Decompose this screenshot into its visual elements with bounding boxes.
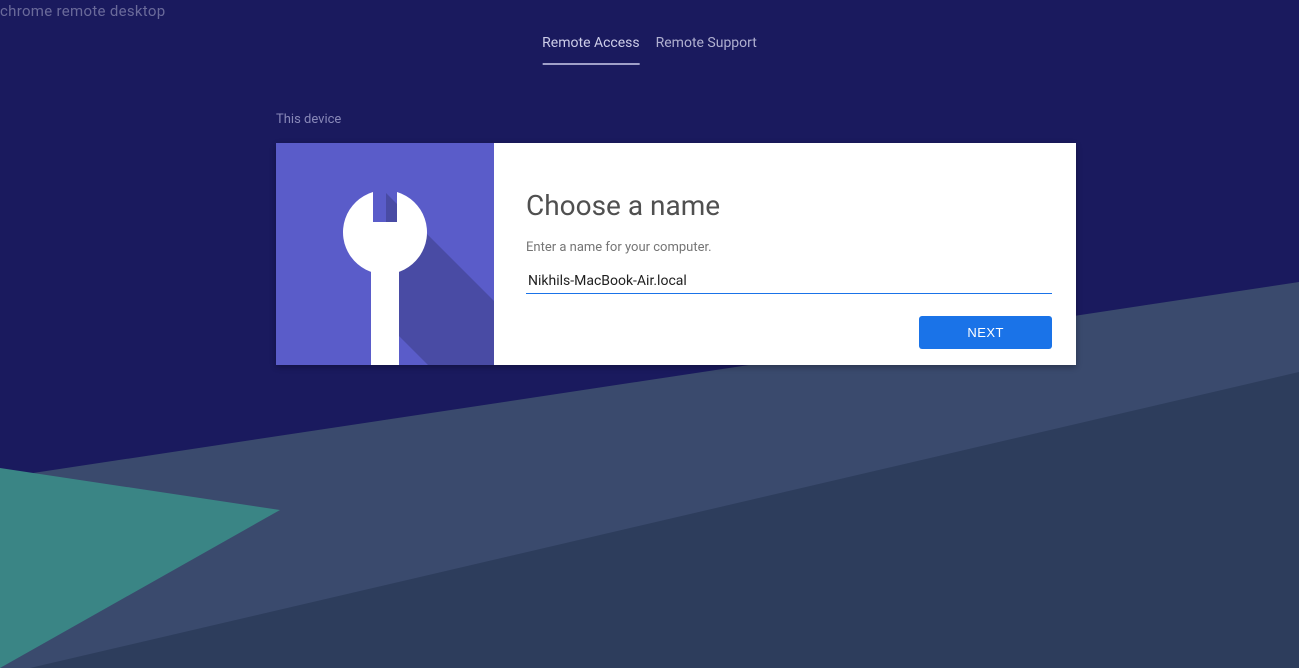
section-label-this-device: This device xyxy=(276,112,341,127)
tab-remote-support[interactable]: Remote Support xyxy=(656,35,757,65)
app-title: chrome remote desktop xyxy=(0,2,165,20)
tab-remote-access[interactable]: Remote Access xyxy=(542,35,639,65)
card-content: Choose a name Enter a name for your comp… xyxy=(494,143,1076,365)
card-icon-panel xyxy=(276,143,494,365)
nav-tabs: Remote Access Remote Support xyxy=(542,35,757,65)
card-subtitle: Enter a name for your computer. xyxy=(526,240,1052,255)
card-title: Choose a name xyxy=(526,189,1052,222)
device-name-input[interactable] xyxy=(526,269,1052,294)
next-button[interactable]: NEXT xyxy=(919,316,1052,349)
wrench-icon xyxy=(276,143,494,365)
device-setup-card: Choose a name Enter a name for your comp… xyxy=(276,143,1076,365)
card-actions: NEXT xyxy=(526,316,1052,349)
